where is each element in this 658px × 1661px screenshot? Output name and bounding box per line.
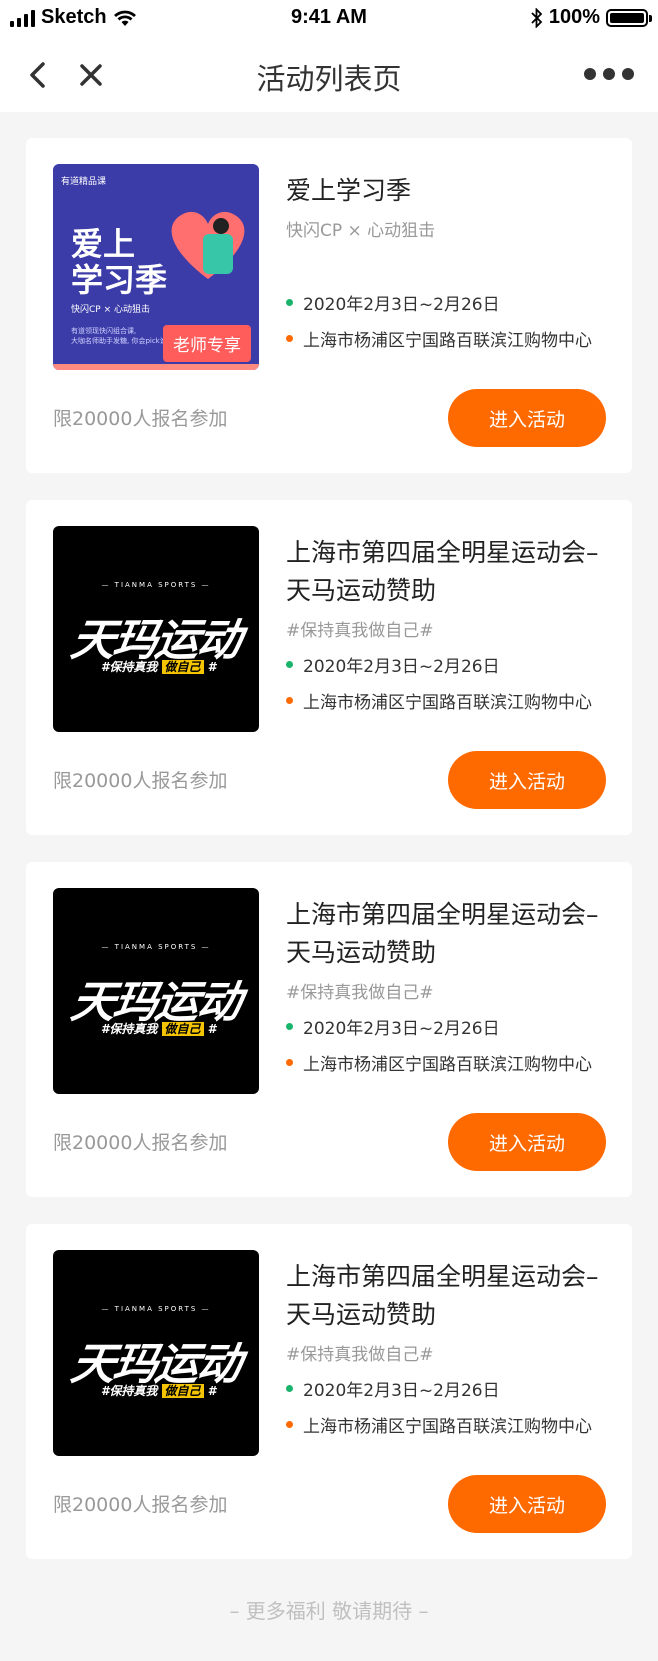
thumb-title: 爱上 学习季 (71, 225, 168, 299)
activity-location: 上海市杨浦区宁国路百联滨江购物中心 (286, 1050, 606, 1075)
activity-card: — TIANMA SPORTS — 天玛运动 #保持真我 做自己 # 上海市第四… (26, 862, 632, 1197)
location-dot-icon (286, 697, 293, 704)
status-bar: Sketch 9:41 AM 100% (0, 0, 658, 38)
join-activity-button[interactable]: 进入活动 (448, 389, 606, 447)
heart-illustration (171, 211, 245, 279)
location-dot-icon (286, 1059, 293, 1066)
activity-location: 上海市杨浦区宁国路百联滨江购物中心 (286, 326, 606, 351)
thumb-sub: — TIANMA SPORTS — (101, 581, 211, 589)
signup-limit: 限20000人报名参加 (53, 408, 228, 430)
activity-card: 有道精品课 爱上 学习季 快闪CP × 心动狙击 有道领现快闪组合课, 大咖名师… (26, 138, 632, 473)
activity-title: 上海市第四届全明星运动会–天马运动赞助 (286, 900, 599, 967)
battery-icon (606, 8, 652, 27)
activity-thumbnail[interactable]: — TIANMA SPORTS — 天玛运动 #保持真我 做自己 # (53, 888, 259, 1094)
teacher-badge: 老师专享 (163, 325, 251, 362)
activity-thumbnail[interactable]: — TIANMA SPORTS — 天玛运动 #保持真我 做自己 # (53, 526, 259, 732)
thumb-sub: — TIANMA SPORTS — (101, 1305, 211, 1313)
date-dot-icon (286, 1385, 293, 1392)
thumb-tagline: #保持真我 做自己 # (101, 660, 217, 674)
activity-date: 2020年2月3日~2月26日 (286, 290, 606, 315)
date-dot-icon (286, 1023, 293, 1030)
activity-date: 2020年2月3日~2月26日 (286, 1376, 606, 1401)
date-dot-icon (286, 299, 293, 306)
thumb-stripe (53, 364, 259, 370)
activity-thumbnail[interactable]: — TIANMA SPORTS — 天玛运动 #保持真我 做自己 # (53, 1250, 259, 1456)
battery-percent: 100% (548, 6, 600, 28)
thumb-tagline: #保持真我 做自己 # (101, 1022, 217, 1036)
activity-title: 上海市第四届全明星运动会–天马运动赞助 (286, 1262, 599, 1329)
join-activity-button[interactable]: 进入活动 (448, 751, 606, 809)
activity-location: 上海市杨浦区宁国路百联滨江购物中心 (286, 1412, 606, 1437)
activity-list: 有道精品课 爱上 学习季 快闪CP × 心动狙击 有道领现快闪组合课, 大咖名师… (26, 138, 632, 1586)
activity-subtitle: #保持真我做自己# (286, 621, 434, 641)
thumb-cp: 快闪CP × 心动狙击 (71, 305, 150, 315)
activity-date: 2020年2月3日~2月26日 (286, 652, 606, 677)
page-title: 活动列表页 (256, 62, 402, 96)
status-right: 100% (531, 6, 652, 29)
activity-date: 2020年2月3日~2月26日 (286, 1014, 606, 1039)
nav-bar: 活动列表页 (0, 38, 658, 112)
activity-subtitle: 快闪CP × 心动狙击 (286, 221, 436, 241)
activity-card: — TIANMA SPORTS — 天玛运动 #保持真我 做自己 # 上海市第四… (26, 500, 632, 835)
activity-title: 爱上学习季 (286, 176, 412, 205)
location-dot-icon (286, 1421, 293, 1428)
activity-card: — TIANMA SPORTS — 天玛运动 #保持真我 做自己 # 上海市第四… (26, 1224, 632, 1559)
thumb-desc: 有道领现快闪组合课, 大咖名师助手发糖, 你会pick谁? (71, 327, 171, 345)
join-activity-button[interactable]: 进入活动 (448, 1113, 606, 1171)
activity-location: 上海市杨浦区宁国路百联滨江购物中心 (286, 688, 606, 713)
signup-limit: 限20000人报名参加 (53, 1132, 228, 1154)
activity-subtitle: #保持真我做自己# (286, 983, 434, 1003)
thumb-tagline: #保持真我 做自己 # (101, 1384, 217, 1398)
footer-note: – 更多福利 敬请期待 – (229, 1599, 429, 1623)
signup-limit: 限20000人报名参加 (53, 770, 228, 792)
thumb-sub: — TIANMA SPORTS — (101, 943, 211, 951)
location-dot-icon (286, 335, 293, 342)
more-dots-icon[interactable] (584, 68, 634, 80)
bluetooth-icon (531, 7, 543, 28)
join-activity-button[interactable]: 进入活动 (448, 1475, 606, 1533)
thumb-brand: 有道精品课 (61, 177, 107, 187)
activity-title: 上海市第四届全明星运动会–天马运动赞助 (286, 538, 599, 605)
activity-subtitle: #保持真我做自己# (286, 1345, 434, 1365)
date-dot-icon (286, 661, 293, 668)
signup-limit: 限20000人报名参加 (53, 1494, 228, 1516)
activity-thumbnail[interactable]: 有道精品课 爱上 学习季 快闪CP × 心动狙击 有道领现快闪组合课, 大咖名师… (53, 164, 259, 370)
